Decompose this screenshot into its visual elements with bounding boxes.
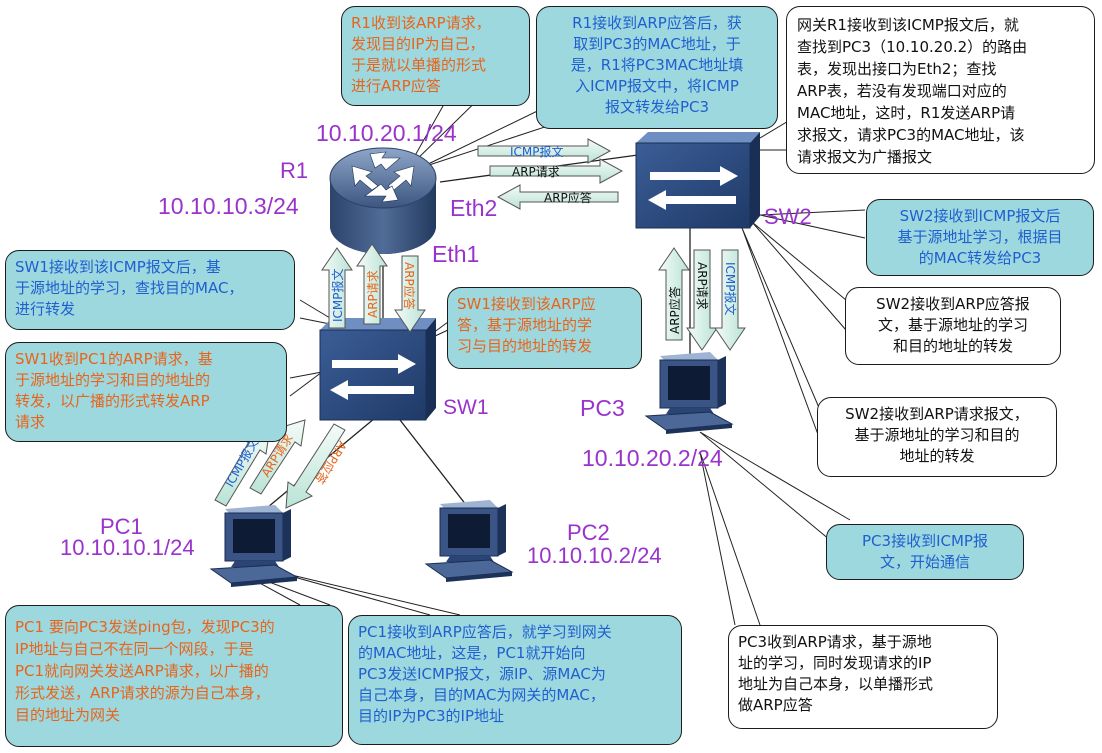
note-sw2-arp-reply: SW2接收到ARP应答报 文，基于源地址的学习 和目的地址的转发 bbox=[845, 287, 1061, 365]
router-r1-icon[interactable] bbox=[329, 147, 437, 254]
switch-sw2-icon[interactable] bbox=[635, 132, 760, 229]
note-r1-arp-reply: R1接收到ARP应答后，获 取到PC3的MAC地址，于 是，R1将PC3MAC地… bbox=[536, 6, 778, 129]
sw2-name: SW2 bbox=[764, 204, 812, 229]
switch-sw1-icon[interactable] bbox=[319, 318, 436, 421]
arrow-label-pc3-sw2-arp-reply: ARP应答 bbox=[667, 286, 682, 334]
arrow-label-sw2-pc3-arp-request: ARP请求 bbox=[695, 262, 709, 310]
note-r1-arp-request: R1收到该ARP请求， 发现目的IP为自己， 于是就以单播的形式 进行ARP应答 bbox=[341, 6, 530, 106]
note-sw1-icmp: SW1接收到该ICMP报文后，基 于源地址的学习，查找目的MAC， 进行转发 bbox=[5, 250, 295, 330]
r1-eth2-label: Eth2 bbox=[450, 195, 498, 221]
note-sw2-icmp: SW2接收到ICMP报文后 基于源地址学习，根据目 的MAC转发给PC3 bbox=[866, 199, 1094, 276]
note-gateway-icmp: 网关R1接收到该ICMP报文后，就 查找到PC3（10.10.20.2）的路由 … bbox=[786, 6, 1095, 174]
arrow-label-sw1-r1-arp-request: ARP请求 bbox=[366, 270, 380, 318]
note-pc1-ping: PC1 要向PC3发送ping包，发现PC3的 IP地址与自己不在同一个网段，于… bbox=[5, 605, 343, 747]
arrow-label-sw1-r1-icmp: ICMP报文 bbox=[330, 268, 345, 322]
sw1-name: SW1 bbox=[443, 396, 489, 419]
pc2-name: PC2 bbox=[567, 520, 610, 545]
pc3-ip: 10.10.20.2/24 bbox=[582, 445, 723, 471]
r1-eth1-label: Eth1 bbox=[432, 241, 480, 267]
arrow-label-r1-sw1-arp-reply: ARP应答 bbox=[402, 262, 417, 310]
network-diagram: ICMP报文 ARP请求 ARP应答 ICMP报文 ARP请求 ARP应答 IC… bbox=[0, 0, 1102, 753]
pc1-ip: 10.10.10.1/24 bbox=[60, 535, 195, 560]
note-pc1-arp-reply: PC1接收到ARP应答后，就学习到网关 的MAC地址，这是，PC1就开始向 PC… bbox=[348, 615, 682, 745]
arrow-label-r1-sw2-arp-request: ARP请求 bbox=[512, 165, 560, 179]
pc3-icon[interactable] bbox=[644, 352, 734, 434]
link-sw1-pc2 bbox=[399, 419, 471, 511]
arrow-label-sw2-r1-arp-reply: ARP应答 bbox=[544, 190, 592, 205]
note-sw1-arp-request: SW1收到PC1的ARP请求，基 于源地址的学习和目的地址的 转发，以广播的形式… bbox=[5, 342, 287, 442]
r1-name: R1 bbox=[280, 158, 309, 183]
arrow-label-r1-sw2-icmp: ICMP报文 bbox=[510, 144, 564, 159]
note-pc3-icmp: PC3接收到ICMP报 文，开始通信 bbox=[826, 524, 1024, 580]
r1-ip-lower: 10.10.10.3/24 bbox=[158, 193, 299, 219]
pc2-ip: 10.10.10.2/24 bbox=[527, 543, 662, 568]
note-sw1-arp-reply: SW1接收到该ARP应 答，基于源地址的学 习与目的地址的转发 bbox=[447, 287, 642, 369]
pc2-icon[interactable] bbox=[424, 500, 514, 582]
note-sw2-arp-request: SW2接收到ARP请求报文， 基于源地址的学习和目的 地址的转发 bbox=[817, 397, 1057, 477]
note-pc3-arp: PC3收到ARP请求，基于源地 址的学习，同时发现请求的IP 地址为自己本身，以… bbox=[728, 625, 998, 729]
r1-ip-upper: 10.10.20.1/24 bbox=[316, 120, 457, 146]
pc3-name: PC3 bbox=[580, 395, 625, 421]
arrow-label-sw2-pc3-icmp: ICMP报文 bbox=[723, 262, 738, 316]
pc1-icon[interactable] bbox=[209, 505, 299, 587]
